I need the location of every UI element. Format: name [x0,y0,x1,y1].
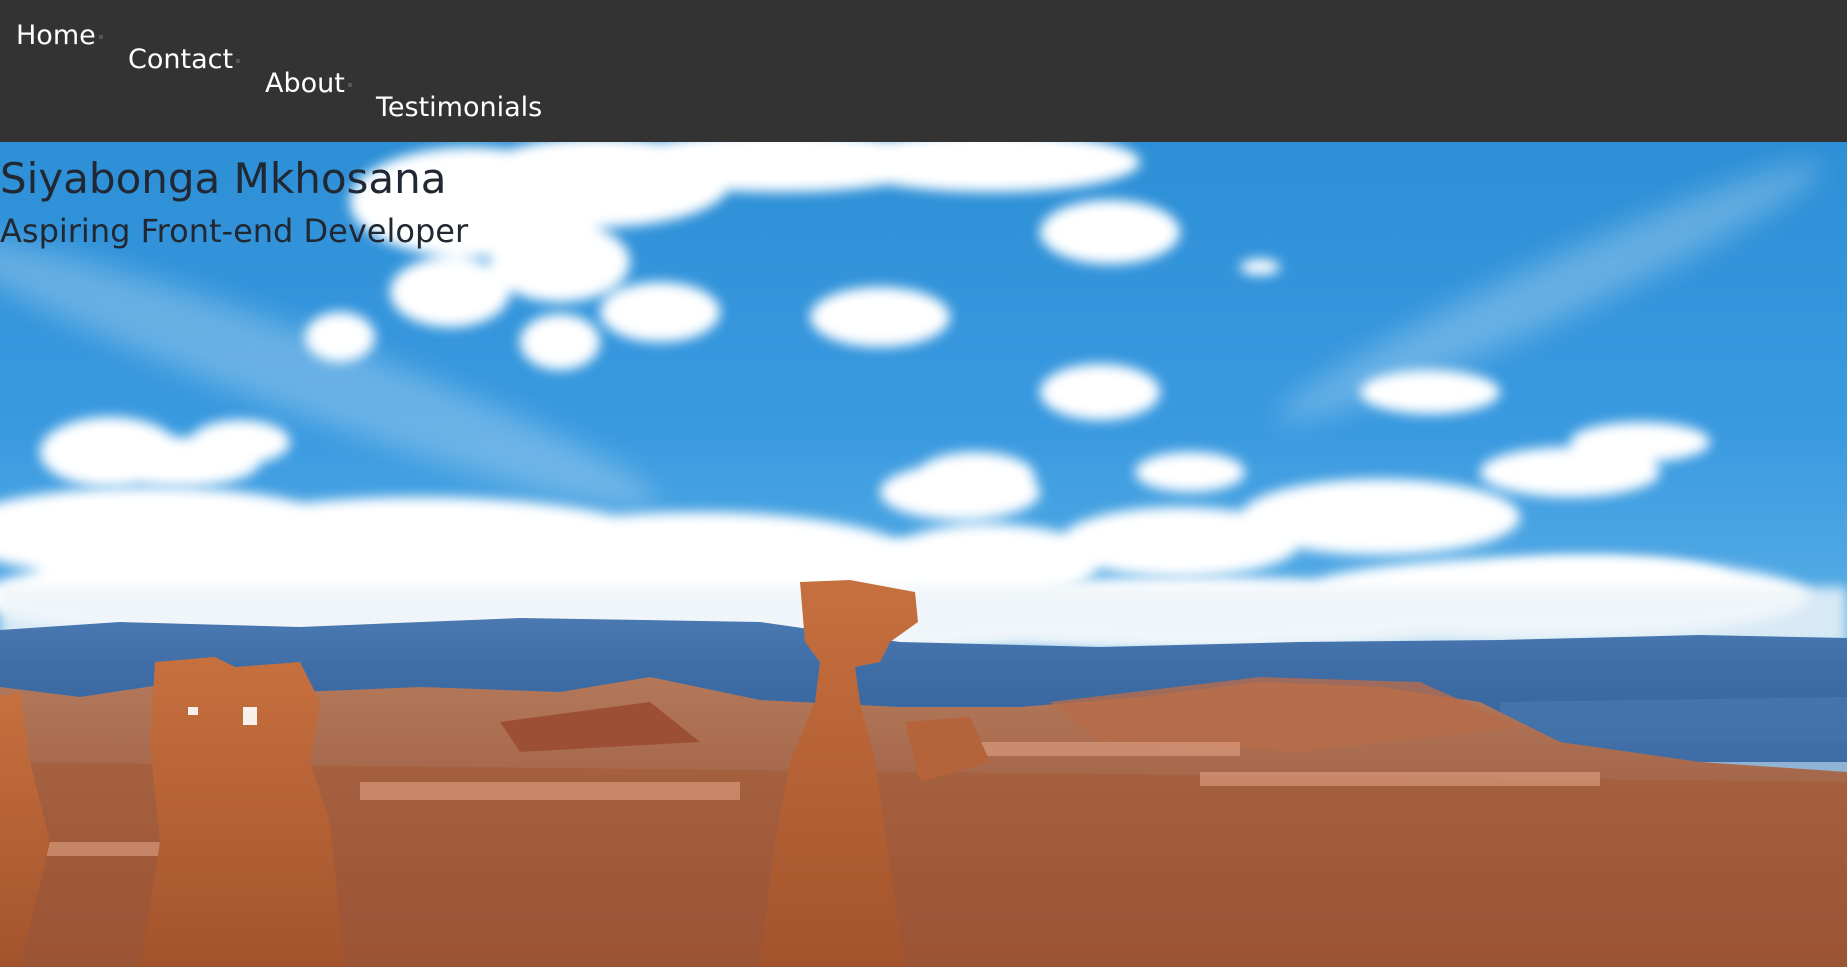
nav-link-contact-label: Contact [128,44,234,75]
nav-link-home[interactable]: Home [16,22,103,49]
nav-link-home-label: Home [16,20,96,51]
hero-landscape-image [0,142,1847,967]
nav-link-about-label: About [265,68,345,99]
nav-link-testimonials[interactable]: Testimonials [376,94,542,121]
cloud-left [40,417,290,487]
nav-link-testimonials-label: Testimonials [376,92,543,123]
nav-link-about[interactable]: About [265,70,352,97]
cloud-layer-top [305,142,1500,420]
nav-separator-dot [236,58,241,63]
hero-tagline: Aspiring Front-end Developer [0,212,469,250]
hero-banner: Siyabonga Mkhosana Aspiring Front-end De… [0,142,1847,967]
nav-separator-dot [347,82,352,87]
hero-name: Siyabonga Mkhosana [0,154,447,203]
nav-separator-dot [98,34,103,39]
top-navbar: Home Contact About Testimonials [0,0,1847,142]
nav-link-contact[interactable]: Contact [128,44,241,75]
